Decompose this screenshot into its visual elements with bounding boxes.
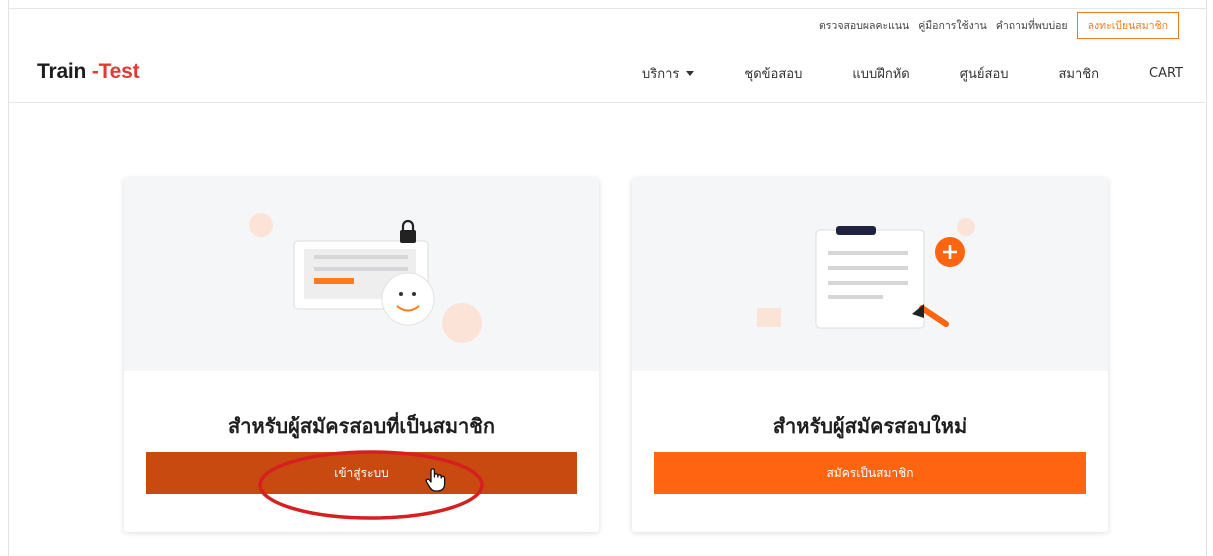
nav-item-members[interactable]: สมาชิก	[1059, 63, 1100, 84]
window-left-border	[0, 0, 9, 556]
window-top-border	[0, 0, 1213, 9]
new-applicant-illustration	[632, 178, 1108, 371]
nav-item-cart[interactable]: CART	[1149, 66, 1183, 81]
logo-text-test: -Test	[86, 60, 140, 83]
register-button[interactable]: ลงทะเบียนสมาชิก	[1076, 12, 1179, 39]
main-nav: บริการ ชุดข้อสอบ แบบฝึกหัด ศูนย์สอบ สมาช…	[642, 63, 1183, 84]
annotation-ellipse	[258, 450, 484, 520]
faq-link[interactable]: คำถามที่พบบ่อย	[996, 17, 1068, 34]
new-applicant-card: สำหรับผู้สมัครสอบใหม่ สมัครเป็นสมาชิก	[632, 178, 1108, 532]
nav-divider	[8, 102, 1207, 103]
member-card-title: สำหรับผู้สมัครสอบที่เป็นสมาชิก	[228, 414, 495, 438]
locked-profile-icon	[249, 213, 482, 343]
member-illustration	[124, 178, 599, 371]
signup-button[interactable]: สมัครเป็นสมาชิก	[654, 452, 1086, 494]
nav-item-exam-sets[interactable]: ชุดข้อสอบ	[744, 63, 802, 84]
clipboard-add-icon	[757, 218, 975, 329]
nav-item-services[interactable]: บริการ	[642, 63, 695, 84]
logo[interactable]: Train -Test	[37, 60, 140, 84]
nav-item-test-centers[interactable]: ศูนย์สอบ	[960, 63, 1009, 84]
window-right-border	[1206, 0, 1213, 556]
chevron-down-icon	[686, 71, 695, 76]
nav-item-services-label: บริการ	[642, 67, 680, 82]
top-utility-bar: ตรวจสอบผลคะแนน คู่มือการใช้งาน คำถามที่พ…	[819, 12, 1179, 39]
hand-cursor-icon	[425, 468, 446, 492]
logo-text-train: Train	[37, 60, 87, 83]
new-applicant-card-title: สำหรับผู้สมัครสอบใหม่	[772, 414, 968, 438]
nav-item-exercises[interactable]: แบบฝึกหัด	[852, 63, 909, 84]
check-score-link[interactable]: ตรวจสอบผลคะแนน	[819, 17, 909, 34]
user-guide-link[interactable]: คู่มือการใช้งาน	[918, 17, 987, 34]
